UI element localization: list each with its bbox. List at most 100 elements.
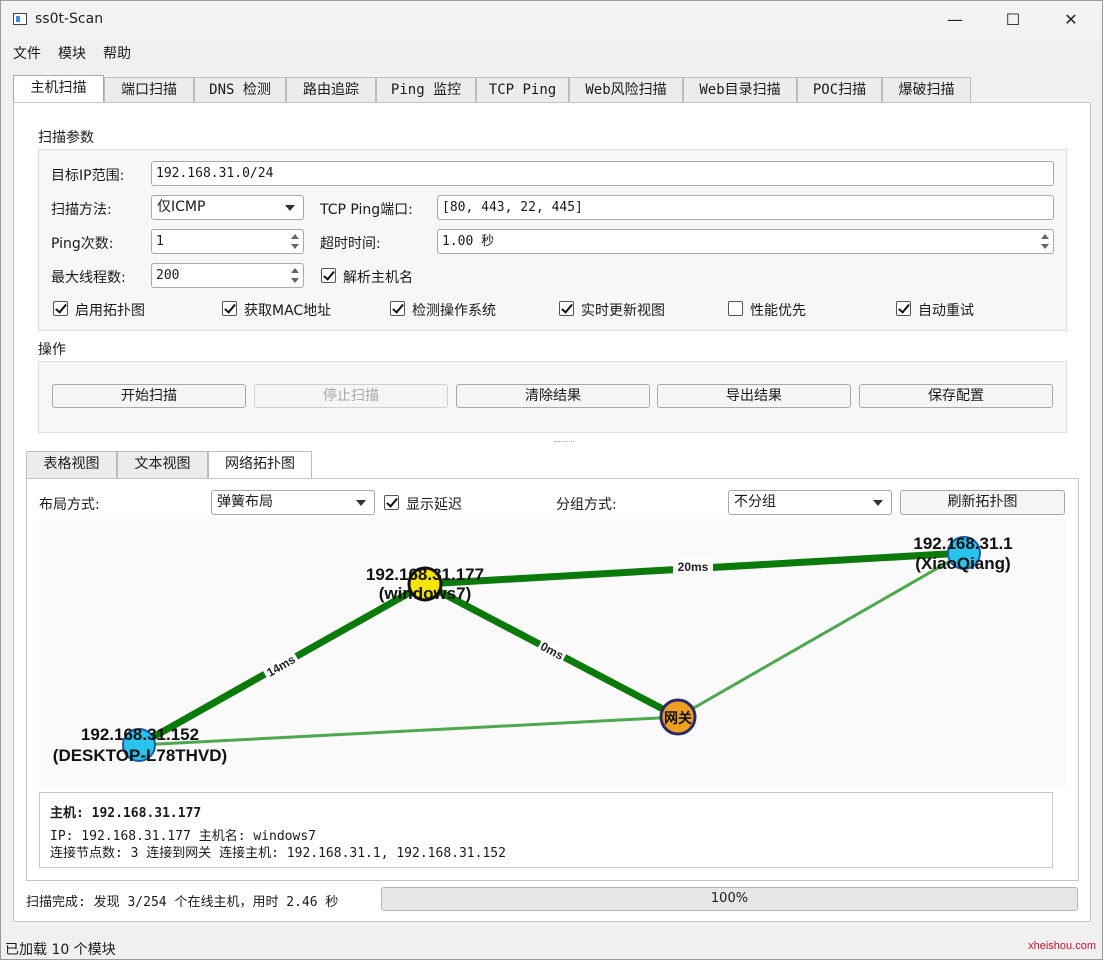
tab-ping-monitor[interactable]: Ping 监控 [376,77,476,103]
enable-topology-checkbox[interactable] [53,301,68,316]
save-config-button[interactable]: 保存配置 [859,384,1053,408]
refresh-topology-button[interactable]: 刷新拓扑图 [900,490,1065,515]
group-by-value: 不分组 [734,494,776,510]
edge-label-14ms: 14ms [264,652,298,680]
node-gateway-label: 网关 [664,710,692,726]
node-177-name: (windows7) [379,584,472,603]
edge-gw-1 [677,551,965,719]
menu-file[interactable]: 文件 [13,43,41,63]
maximize-button[interactable]: ☐ [984,1,1042,39]
topology-graph[interactable]: 20ms 14ms 0ms 192.168.31.177 (windows7) … [39,519,1066,789]
edge-label-14ms-group: 14ms [261,650,300,681]
window-title: ss0t-Scan [35,11,104,27]
spin-arrows-icon[interactable] [288,231,302,252]
tab-port-scan[interactable]: 端口扫描 [104,77,194,103]
clear-results-button[interactable]: 清除结果 [456,384,650,408]
menu-help[interactable]: 帮助 [103,43,131,63]
tcp-ping-port-label: TCP Ping端口: [320,202,413,218]
auto-retry-label: 自动重试 [918,303,974,319]
edge-152-gw [138,715,679,747]
show-latency-label: 显示延迟 [406,497,462,513]
ping-count-label: Ping次数: [51,236,114,252]
ping-count-value: 1 [156,234,164,249]
spin-arrows-icon[interactable] [288,265,302,286]
chevron-down-icon [285,205,295,211]
chevron-down-icon [356,500,366,506]
target-ip-label: 目标IP范围: [51,168,125,184]
resolve-hostname-label: 解析主机名 [343,270,413,286]
tab-web-risk-scan[interactable]: Web风险扫描 [569,77,683,103]
tab-brute-scan[interactable]: 爆破扫描 [882,77,971,103]
tab-tcp-ping[interactable]: TCP Ping [476,77,569,103]
scan-method-value: 仅ICMP [157,199,206,215]
spin-arrows-icon[interactable] [1038,231,1052,252]
scan-params-title: 扫描参数 [38,130,94,146]
max-threads-label: 最大线程数: [51,270,126,286]
topology-panel: 布局方式: 弹簧布局 显示延迟 分组方式: 不分组 刷新拓扑图 20ms 14m… [26,478,1079,881]
auto-retry-checkbox[interactable] [896,301,911,316]
max-threads-spinbox[interactable]: 200 [151,263,304,288]
edge-label-20ms: 20ms [678,560,709,574]
node-152-ip: 192.168.31.152 [81,725,199,744]
node-1-name: (XiaoQiang) [915,554,1010,573]
tab-web-dir-scan[interactable]: Web目录扫描 [683,77,797,103]
ping-count-spinbox[interactable]: 1 [151,229,304,254]
subtab-table-view[interactable]: 表格视图 [26,451,117,478]
progress-text: 100% [710,891,749,906]
detect-os-label: 检测操作系统 [412,303,496,319]
performance-first-label: 性能优先 [750,303,806,319]
tab-poc-scan[interactable]: POC扫描 [797,77,882,103]
realtime-update-checkbox[interactable] [559,301,574,316]
host-info-box: 主机: 192.168.31.177 IP: 192.168.31.177 主机… [39,792,1053,868]
minimize-button[interactable]: — [926,1,984,39]
host-info-title: 主机: 192.168.31.177 [50,806,202,821]
layout-label: 布局方式: [39,497,100,513]
scan-status-text: 扫描完成: 发现 3/254 个在线主机，用时 2.46 秒 [26,895,339,910]
host-info-line2: 连接节点数: 3 连接到网关 连接主机: 192.168.31.1, 192.1… [50,846,506,861]
layout-select[interactable]: 弹簧布局 [211,490,375,515]
group-by-label: 分组方式: [556,497,617,513]
node-152-name: (DESKTOP-L78THVD) [53,746,227,765]
node-177-ip: 192.168.31.177 [366,565,484,584]
main-window: ss0t-Scan — ☐ ✕ 文件 模块 帮助 主机扫描 端口扫描 DNS 检… [0,0,1103,960]
tab-host-scan[interactable]: 主机扫描 [13,75,104,103]
splitter-handle[interactable] [554,441,574,445]
tab-dns-check[interactable]: DNS 检测 [194,77,286,103]
scan-method-label: 扫描方法: [51,202,112,218]
realtime-update-label: 实时更新视图 [581,303,665,319]
stop-scan-button[interactable]: 停止扫描 [254,384,448,408]
topology-canvas[interactable]: 20ms 14ms 0ms 192.168.31.177 (windows7) … [39,519,1066,789]
subtab-text-view[interactable]: 文本视图 [117,451,208,478]
scan-method-select[interactable]: 仅ICMP [151,195,304,220]
performance-first-checkbox[interactable] [728,301,743,316]
detect-os-checkbox[interactable] [390,301,405,316]
menu-module[interactable]: 模块 [58,43,86,63]
export-results-button[interactable]: 导出结果 [657,384,851,408]
group-by-select[interactable]: 不分组 [728,490,892,515]
target-ip-input[interactable]: 192.168.31.0/24 [151,161,1054,186]
start-scan-button[interactable]: 开始扫描 [52,384,246,408]
status-modules-loaded: 已加载 10 个模块 [5,942,116,958]
resolve-hostname-checkbox[interactable] [321,268,336,283]
status-bar: 已加载 10 个模块 [1,935,1102,959]
node-1-ip: 192.168.31.1 [913,534,1012,553]
timeout-value: 1.00 秒 [442,234,495,249]
subtab-network-topology[interactable]: 网络拓扑图 [208,451,312,481]
actions-group: 开始扫描 停止扫描 清除结果 导出结果 保存配置 [38,361,1067,433]
host-scan-panel: 扫描参数 目标IP范围: 192.168.31.0/24 扫描方法: 仅ICMP… [13,102,1091,922]
tab-traceroute[interactable]: 路由追踪 [286,77,376,103]
timeout-label: 超时时间: [320,236,381,252]
close-button[interactable]: ✕ [1042,1,1100,39]
app-icon [13,13,27,25]
show-latency-checkbox[interactable] [384,495,399,510]
enable-topology-label: 启用拓扑图 [75,303,145,319]
get-mac-checkbox[interactable] [222,301,237,316]
layout-value: 弹簧布局 [217,494,273,510]
scan-params-group: 目标IP范围: 192.168.31.0/24 扫描方法: 仅ICMP TCP … [38,149,1067,331]
timeout-spinbox[interactable]: 1.00 秒 [437,229,1054,254]
menu-bar: 文件 模块 帮助 [1,39,1102,65]
title-bar: ss0t-Scan — ☐ ✕ [1,1,1102,39]
scan-progress-bar: 100% [381,887,1078,911]
tcp-ping-port-input[interactable]: [80, 443, 22, 445] [437,195,1054,220]
chevron-down-icon [873,500,883,506]
